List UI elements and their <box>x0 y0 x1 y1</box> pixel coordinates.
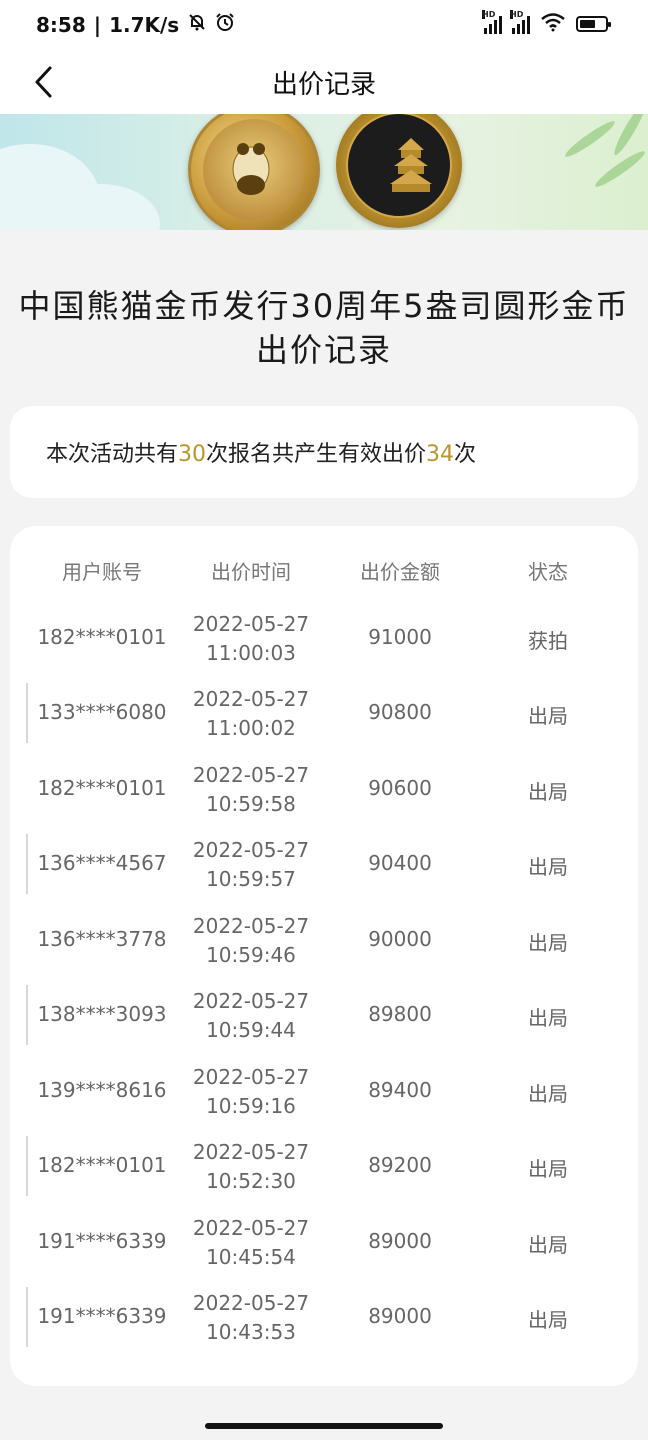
column-header-status: 状态 <box>528 560 568 584</box>
row-time: 2022-05-27 10:59:57 <box>192 838 310 891</box>
table-row: 182****0101 2022-05-27 10:52:30 89200 出局 <box>10 1130 638 1202</box>
table-row: 133****6080 2022-05-27 11:00:02 90800 出局 <box>10 677 638 749</box>
row-amount: 90800 <box>368 700 432 724</box>
row-account: 133****6080 <box>37 700 167 724</box>
table-row: 136****4567 2022-05-27 10:59:57 90400 出局 <box>10 828 638 900</box>
battery-icon <box>576 16 611 32</box>
column-header-amount: 出价金额 <box>360 560 440 584</box>
row-account: 136****3778 <box>37 927 167 951</box>
table-row: 191****6339 2022-05-27 10:43:53 89000 出局 <box>10 1281 638 1353</box>
row-time: 2022-05-27 10:59:58 <box>192 763 310 816</box>
row-account: 182****0101 <box>37 1153 167 1177</box>
row-account: 182****0101 <box>37 625 167 649</box>
row-status: 出局 <box>528 1006 568 1030</box>
row-time: 2022-05-27 10:59:44 <box>192 989 310 1042</box>
temple-coin-image <box>336 114 462 228</box>
status-time: 8:58 <box>36 12 86 37</box>
signal-icon: HD <box>482 10 502 34</box>
row-status: 出局 <box>528 1157 568 1181</box>
wifi-icon <box>540 12 566 36</box>
row-account: 138****3093 <box>37 1002 167 1026</box>
row-amount: 89200 <box>368 1153 432 1177</box>
row-account: 136****4567 <box>37 851 167 875</box>
network-speed: 1.7K/s <box>109 12 180 37</box>
panda-coin-image <box>188 114 320 230</box>
row-status: 出局 <box>528 1233 568 1257</box>
signal-icon-2: HD <box>510 10 530 34</box>
nav-bar: 出价记录 <box>0 50 648 114</box>
table-row: 182****0101 2022-05-27 11:00:03 91000 获拍 <box>10 602 638 674</box>
row-time: 2022-05-27 10:59:16 <box>192 1065 310 1118</box>
table-row: 182****0101 2022-05-27 10:59:58 90600 出局 <box>10 753 638 825</box>
coin-banner-image <box>0 114 648 230</box>
row-time: 2022-05-27 10:59:46 <box>192 914 310 967</box>
alarm-clock-icon <box>215 12 235 37</box>
row-status: 出局 <box>528 780 568 804</box>
row-amount: 91000 <box>368 625 432 649</box>
row-account: 191****6339 <box>37 1304 167 1328</box>
row-amount: 90000 <box>368 927 432 951</box>
row-time: 2022-05-27 10:43:53 <box>192 1291 310 1344</box>
row-amount: 89000 <box>368 1304 432 1328</box>
summary-text: 本次活动共有30次报名共产生有效出价34次 <box>46 442 477 467</box>
row-time: 2022-05-27 11:00:03 <box>192 612 310 665</box>
table-row: 136****3778 2022-05-27 10:59:46 90000 出局 <box>10 904 638 976</box>
table-row: 138****3093 2022-05-27 10:59:44 89800 出局 <box>10 979 638 1051</box>
row-amount: 89000 <box>368 1229 432 1253</box>
table-row: 139****8616 2022-05-27 10:59:16 89400 出局 <box>10 1055 638 1127</box>
row-amount: 90600 <box>368 776 432 800</box>
row-status: 出局 <box>528 1082 568 1106</box>
summary-card: 本次活动共有30次报名共产生有效出价34次 <box>10 406 638 498</box>
row-status: 获拍 <box>528 629 568 653</box>
row-account: 139****8616 <box>37 1078 167 1102</box>
row-amount: 89800 <box>368 1002 432 1026</box>
row-status: 出局 <box>528 855 568 879</box>
column-header-account: 用户账号 <box>62 560 142 584</box>
row-time: 2022-05-27 10:52:30 <box>192 1140 310 1193</box>
row-amount: 90400 <box>368 851 432 875</box>
signup-count: 30 <box>178 442 207 467</box>
row-status: 出局 <box>528 931 568 955</box>
page-title: 中国熊猫金币发行30周年5盎司圆形金币 出价记录 <box>18 287 630 369</box>
home-indicator[interactable] <box>205 1423 443 1429</box>
status-right: HD HD <box>482 10 611 36</box>
table-row: 191****6339 2022-05-27 10:45:54 89000 出局 <box>10 1206 638 1278</box>
bid-table: 用户账号 出价时间 出价金额 状态 182****0101 2022-05-27… <box>10 526 638 1386</box>
row-status: 出局 <box>528 704 568 728</box>
bid-count: 34 <box>426 442 455 467</box>
row-status: 出局 <box>528 1308 568 1332</box>
row-time: 2022-05-27 10:45:54 <box>192 1216 310 1269</box>
column-header-time: 出价时间 <box>211 560 291 584</box>
table-header: 用户账号 出价时间 出价金额 状态 <box>10 556 638 588</box>
status-left: 8:58 | 1.7K/s <box>36 12 235 37</box>
row-amount: 89400 <box>368 1078 432 1102</box>
page-header-title: 出价记录 <box>271 70 376 100</box>
bell-off-icon <box>187 12 207 37</box>
row-account: 182****0101 <box>37 776 167 800</box>
row-account: 191****6339 <box>37 1229 167 1253</box>
row-time: 2022-05-27 11:00:02 <box>192 687 310 740</box>
status-bar: 8:58 | 1.7K/s HD HD <box>0 0 648 50</box>
